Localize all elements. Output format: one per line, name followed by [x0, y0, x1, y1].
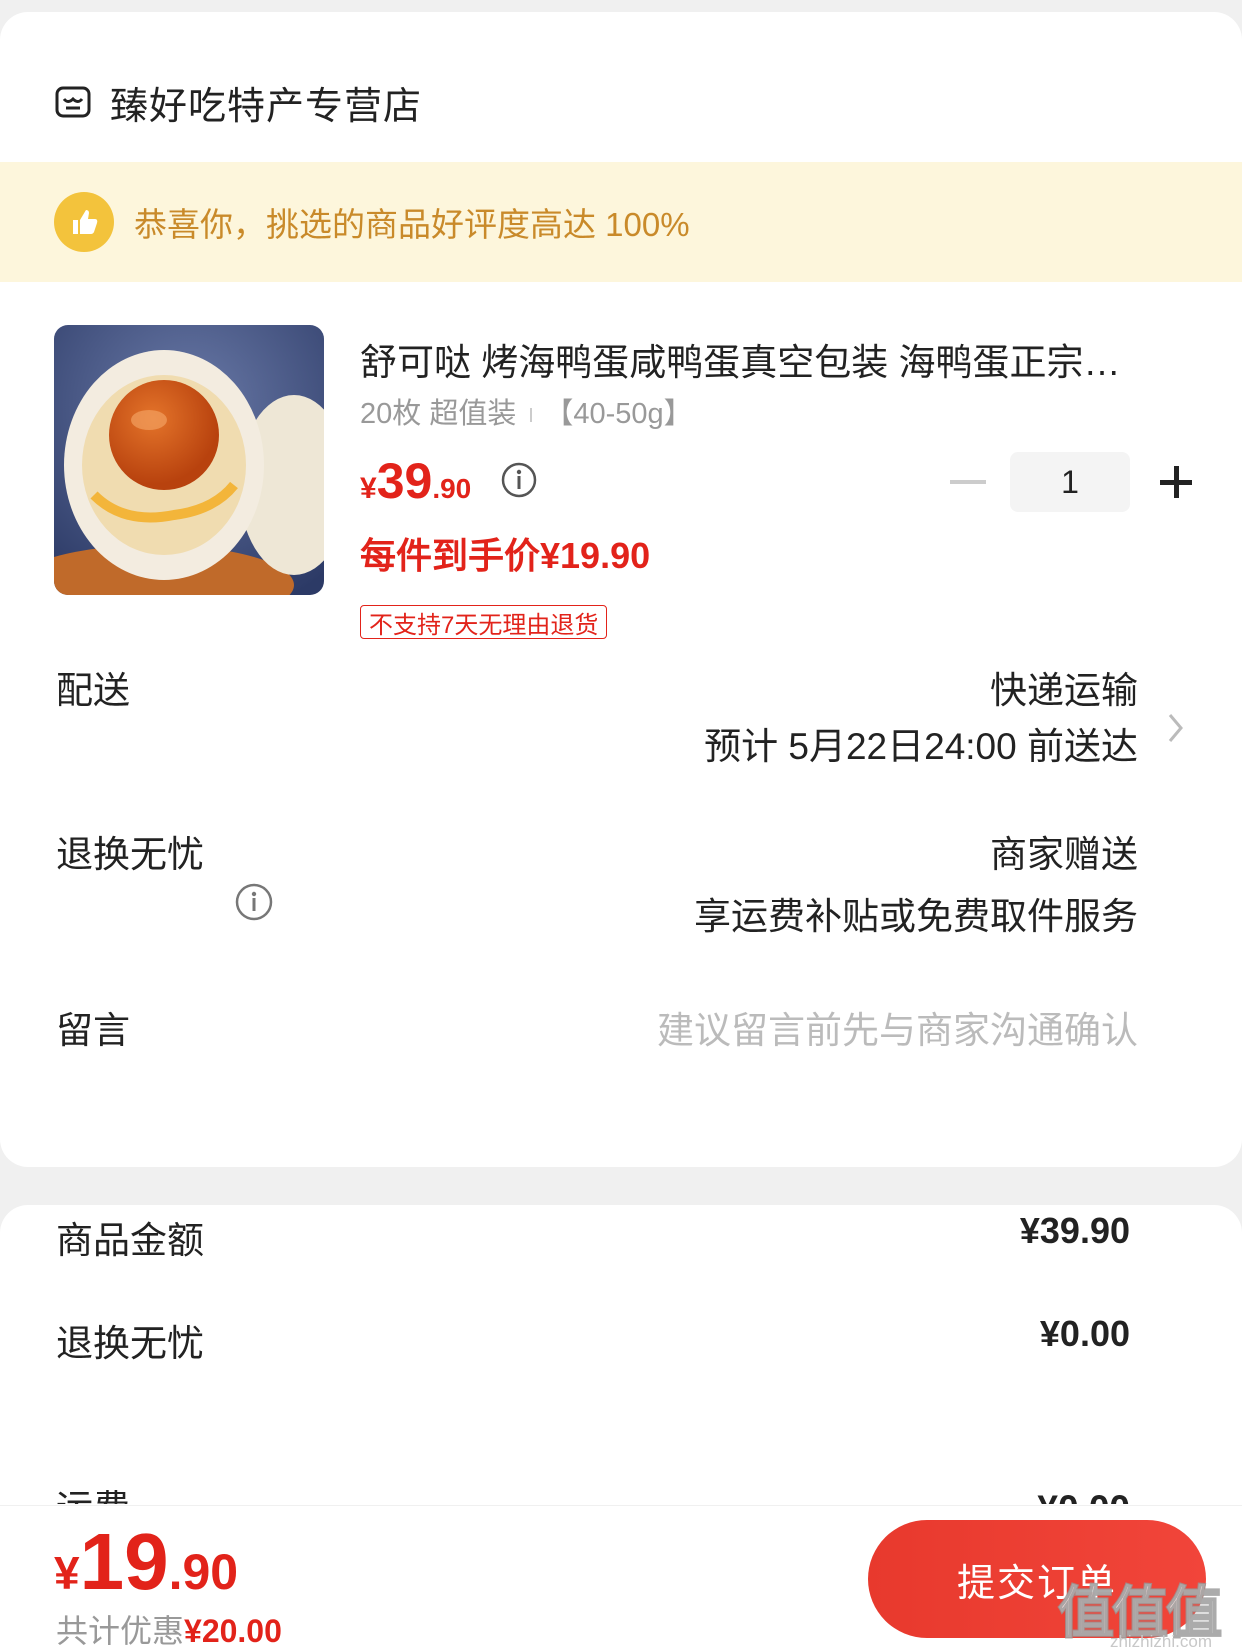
- product-image[interactable]: [54, 325, 324, 595]
- discount-amount: ¥20.00: [184, 1613, 282, 1649]
- praise-banner: 恭喜你，挑选的商品好评度高达 100%: [0, 162, 1242, 282]
- shipping-fee-label: 运费: [56, 1490, 130, 1504]
- goods-amount-value: ¥39.90: [1019, 1210, 1130, 1251]
- watermark-url: zhizhizhi.com: [1109, 1632, 1212, 1651]
- price-info-icon[interactable]: [500, 461, 538, 499]
- praise-text: 恭喜你，挑选的商品好评度高达 100%: [134, 206, 690, 243]
- message-input[interactable]: 建议留言前先与商家沟通确认: [657, 1000, 1138, 1054]
- store-icon: [55, 86, 91, 118]
- chevron-right-icon[interactable]: [1165, 710, 1187, 746]
- worry-free-fee-value: ¥0.00: [1039, 1313, 1130, 1354]
- product-title[interactable]: 舒可哒 烤海鸭蛋咸鸭蛋真空包装 海鸭蛋正宗…: [360, 332, 1180, 386]
- delivery-label: 配送: [56, 670, 130, 711]
- increase-button[interactable]: [1146, 452, 1206, 512]
- shipping-fee-value: ¥0.00: [1037, 1490, 1130, 1504]
- goods-amount-label: 商品金额: [56, 1220, 204, 1261]
- price-decimal: .90: [432, 473, 472, 504]
- worry-free-fee-label: 退换无忧: [56, 1323, 204, 1364]
- message-label: 留言: [56, 1010, 130, 1051]
- discount-label: 共计优惠: [56, 1613, 185, 1649]
- spec-weight: 【40-50g】: [544, 398, 693, 430]
- unit-price: 每件到手价¥19.90: [360, 535, 651, 576]
- delivery-method[interactable]: 快递运输: [990, 660, 1138, 714]
- return-policy-tag: 不支持7天无理由退货: [360, 605, 608, 639]
- quantity-stepper: 1: [950, 452, 1206, 512]
- delivery-eta: 预计 5月22日24:00 前送达: [704, 726, 1138, 767]
- total-price: ¥ 19 .90: [54, 1516, 238, 1608]
- spec-count: 20枚 超值装: [360, 398, 517, 430]
- total-decimal: .90: [168, 1544, 239, 1600]
- total-integer: 19: [79, 1517, 169, 1606]
- thumbs-up-icon: [54, 192, 114, 252]
- total-discount[interactable]: 共计优惠¥20.00: [56, 1606, 282, 1651]
- checkout-bar: ¥ 19 .90 共计优惠¥20.00 提交订单 值值值 zhizhizhi.c…: [0, 1505, 1242, 1651]
- shop-name[interactable]: 臻好吃特产专营店: [110, 75, 422, 130]
- worry-free-provider: 商家赠送: [990, 834, 1138, 875]
- spec-divider: [530, 408, 533, 423]
- shop-header[interactable]: 臻好吃特产专营店: [54, 74, 422, 130]
- worry-free-info-icon[interactable]: [234, 882, 274, 922]
- product-spec[interactable]: 20枚 超值装 【40-50g】: [360, 390, 693, 432]
- quantity-input[interactable]: 1: [1010, 452, 1130, 512]
- worry-free-label: 退换无忧: [56, 834, 204, 875]
- worry-free-desc: 享运费补贴或免费取件服务: [694, 896, 1138, 937]
- product-price: ¥ 39 .90: [360, 452, 471, 516]
- order-card: 臻好吃特产专营店 恭喜你，挑选的商品好评度高达 100% 舒可哒 烤海鸭蛋咸鸭蛋…: [0, 12, 1242, 1167]
- decrease-button[interactable]: [950, 480, 986, 484]
- total-currency: ¥: [54, 1547, 80, 1599]
- price-currency: ¥: [360, 472, 377, 505]
- price-integer: 39: [376, 453, 433, 509]
